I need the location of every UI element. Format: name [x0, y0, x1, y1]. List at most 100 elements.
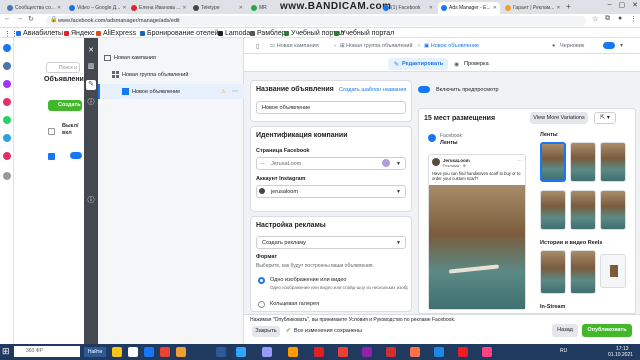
close-icon[interactable]: ✕	[57, 5, 61, 11]
forward-arrow-icon[interactable]: →	[16, 15, 23, 22]
new-tab-button[interactable]: +	[566, 2, 571, 11]
clock-date[interactable]: 01.10.2021	[608, 352, 633, 358]
tab-review[interactable]: Проверка	[464, 61, 489, 67]
ad-setup-select[interactable]: Создать рекламу ▼	[256, 236, 406, 249]
menu-dots-icon[interactable]: ⋮	[630, 15, 637, 23]
close-icon[interactable]: ✕	[239, 5, 243, 11]
back-button[interactable]: Назад	[552, 324, 578, 337]
app-icon[interactable]	[362, 347, 372, 357]
close-button[interactable]: Закрыть	[252, 326, 280, 337]
instagram-account-select[interactable]: jerusaloom ▼	[256, 185, 406, 198]
chrome-icon[interactable]	[160, 347, 170, 357]
browser-tab[interactable]: MR	[248, 2, 274, 14]
chevron-down-icon[interactable]: ▾	[620, 42, 623, 49]
whatsapp-icon[interactable]	[3, 116, 11, 124]
info-icon[interactable]: ⓘ	[86, 98, 96, 108]
bookmark[interactable]: Учебный портал	[334, 30, 394, 37]
store-icon[interactable]	[128, 347, 138, 357]
placement-thumbnail[interactable]	[570, 190, 596, 230]
firefox-icon[interactable]	[410, 347, 420, 357]
close-icon[interactable]: ✕	[182, 5, 186, 11]
word-icon[interactable]	[434, 347, 444, 357]
bookmark[interactable]: AliExpress	[96, 30, 136, 37]
maximize-icon[interactable]: ▢	[619, 1, 626, 9]
browser-tab[interactable]: Гарант | Реклам... ✕	[502, 2, 562, 14]
explorer-icon[interactable]	[112, 347, 122, 357]
vk-icon[interactable]	[3, 62, 11, 70]
premiere-icon[interactable]	[262, 347, 272, 357]
app-icon[interactable]	[216, 347, 226, 357]
browser-tab[interactable]: (1) Facebook ✕	[380, 2, 436, 14]
more-dots-icon[interactable]: ⋯	[232, 88, 238, 95]
info-icon[interactable]: ⓘ	[86, 196, 96, 206]
breadcrumb-ad[interactable]: ▣ Новое объявление	[424, 43, 479, 49]
radio-carousel[interactable]	[258, 301, 265, 308]
placement-thumbnail[interactable]	[570, 250, 596, 294]
bookmark[interactable]: Авиабилеты	[16, 30, 63, 37]
telegram-icon[interactable]	[3, 134, 11, 142]
star-icon[interactable]: ☆	[592, 15, 598, 23]
app-icon[interactable]	[176, 347, 186, 357]
bookmark[interactable]: Яндекс	[64, 30, 95, 37]
close-icon[interactable]: ✕	[86, 46, 96, 56]
breadcrumb-adset[interactable]: ⊞ Новая группа объявлений	[340, 43, 413, 49]
placement-thumbnail[interactable]	[600, 190, 626, 230]
placement-thumbnail[interactable]	[540, 190, 566, 230]
publish-button[interactable]: Опубликовать	[582, 324, 632, 337]
browser-tab[interactable]: Teletype ✕	[190, 2, 246, 14]
placement-thumbnail[interactable]	[540, 250, 566, 294]
browser-tab[interactable]: Елена Иванова ... ✕	[128, 2, 188, 14]
profile-icon[interactable]: ●	[618, 15, 622, 22]
placement-thumbnail[interactable]	[570, 142, 596, 182]
create-name-template-link[interactable]: Создать шаблон названия	[339, 87, 406, 93]
close-icon[interactable]: ✕	[122, 5, 126, 11]
browser-tab-active[interactable]: Ads Manager - Е... ✕	[438, 2, 500, 14]
bandicam-icon[interactable]	[386, 347, 396, 357]
select-all-checkbox[interactable]	[48, 128, 55, 135]
photoshop-icon[interactable]	[236, 347, 246, 357]
windows-start-icon[interactable]: ⊞	[2, 346, 12, 356]
chart-icon[interactable]: ▥	[86, 62, 96, 72]
extensions-icon[interactable]: ⧉	[605, 15, 610, 23]
back-arrow-icon[interactable]: ←	[4, 15, 11, 22]
language-indicator[interactable]: RU	[560, 348, 567, 354]
bookmark[interactable]: Бронирование отелей	[140, 30, 219, 37]
app-icon[interactable]	[482, 347, 492, 357]
chrome-icon[interactable]	[338, 347, 348, 357]
create-button[interactable]: Создать	[48, 100, 82, 111]
browser-tab[interactable]: Сообщества со... ✕	[4, 2, 64, 14]
bookmark[interactable]: Рамблер	[250, 30, 286, 37]
taskbar-search-input[interactable]: 360 ФР	[14, 346, 80, 357]
illustrator-icon[interactable]	[288, 347, 298, 357]
tree-item-campaign[interactable]: Новая кампания	[98, 50, 244, 65]
acrobat-icon[interactable]	[458, 347, 468, 357]
window-close-icon[interactable]: ✕	[632, 1, 638, 9]
placement-thumbnail-selected[interactable]	[540, 142, 566, 182]
row-checkbox[interactable]	[48, 153, 55, 160]
breadcrumb-campaign[interactable]: ▭ Новая кампания	[270, 43, 319, 49]
close-icon[interactable]: ✕	[556, 5, 560, 11]
close-icon[interactable]: ✕	[493, 5, 497, 11]
share-icon[interactable]: ⇱ ▾	[594, 112, 616, 124]
yandex-icon[interactable]	[314, 347, 324, 357]
messenger-icon[interactable]	[3, 80, 11, 88]
bookmark[interactable]: Lamoda	[218, 30, 250, 37]
ad-name-input[interactable]: Новое объявление	[256, 101, 406, 114]
facebook-icon[interactable]	[3, 44, 11, 52]
edit-pencil-icon[interactable]: ✎	[86, 80, 96, 90]
settings-icon[interactable]	[3, 172, 11, 180]
instagram-icon[interactable]	[3, 98, 11, 106]
url-field[interactable]: www.facebook.com/adsmanager/manage/ads/e…	[46, 16, 586, 26]
reload-icon[interactable]: ↻	[28, 15, 34, 23]
close-icon[interactable]: ✕	[429, 5, 433, 11]
app-icon[interactable]	[144, 347, 154, 357]
taskbar-search-button[interactable]: Найти	[84, 347, 106, 357]
preview-toggle[interactable]	[418, 86, 430, 93]
row-toggle[interactable]	[70, 152, 82, 159]
instagram-icon[interactable]	[3, 152, 11, 160]
tree-item-adset[interactable]: Новая группа объявлений	[98, 67, 244, 82]
browser-tab[interactable]: Video – Google Д... ✕	[66, 2, 126, 14]
tree-item-ad[interactable]: Новое объявление ⚠	[98, 84, 244, 99]
minimize-icon[interactable]: –	[608, 1, 612, 9]
draft-toggle[interactable]	[603, 42, 615, 49]
